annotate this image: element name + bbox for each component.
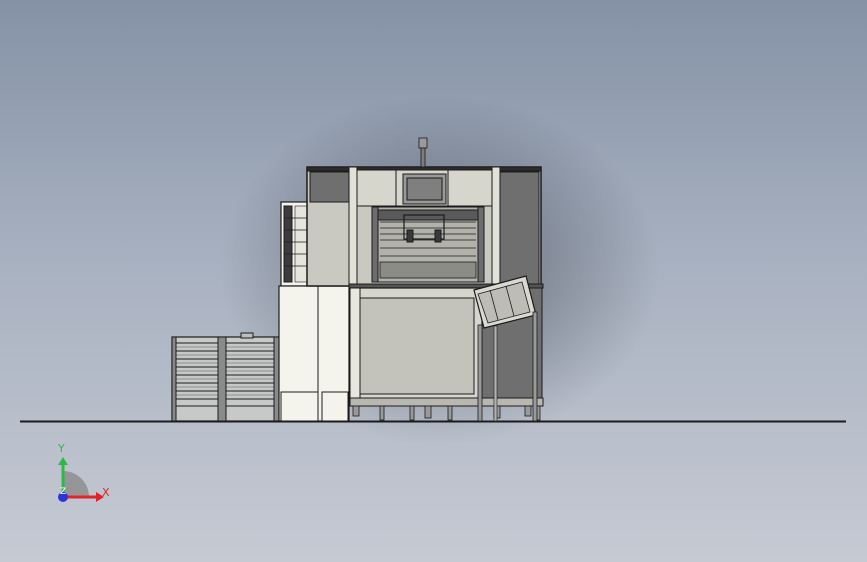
cad-viewport[interactable]: Y X Z [0,0,867,562]
triad-x-label: X [102,486,110,499]
triad-z-label: Z [60,487,67,497]
machine-assembly-drawing[interactable] [0,0,867,562]
triad-y-label: Y [58,442,65,455]
tray-rack[interactable] [171,332,280,422]
triad-quarter-disc [63,471,89,497]
coordinate-triad [58,457,104,502]
press-mechanism[interactable] [371,206,485,283]
triad-y-arrow-icon [58,457,68,465]
